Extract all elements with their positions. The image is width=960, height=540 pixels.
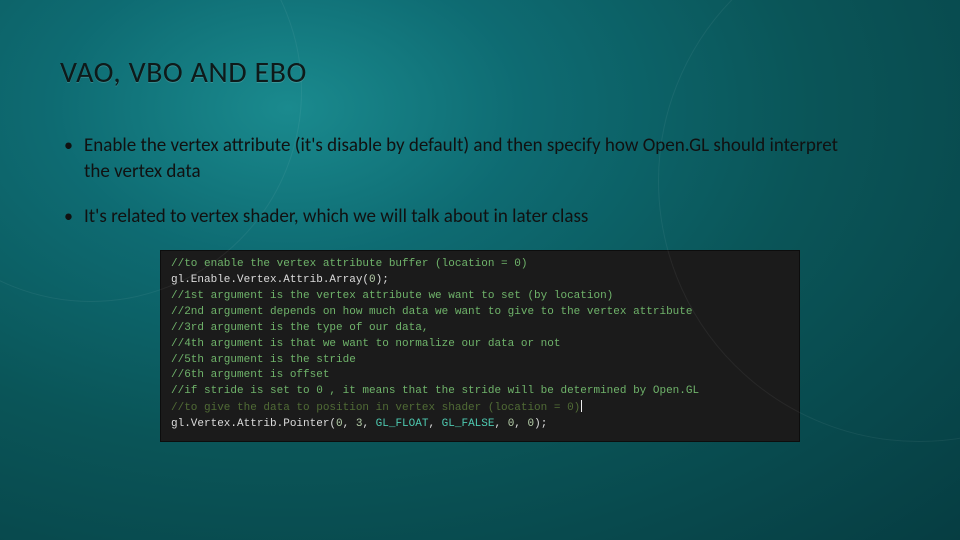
code-line: //4th argument is that we want to normal… — [171, 337, 789, 353]
code-snippet: //to enable the vertex attribute buffer … — [160, 250, 800, 442]
code-line: //to enable the vertex attribute buffer … — [171, 257, 789, 273]
code-line: //3rd argument is the type of our data, — [171, 321, 789, 337]
code-line: //6th argument is offset — [171, 368, 789, 384]
bullet-item: It's related to vertex shader, which we … — [60, 204, 840, 230]
code-line: //5th argument is the stride — [171, 353, 789, 369]
code-line: //1st argument is the vertex attribute w… — [171, 289, 789, 305]
slide-title: VAO, VBO AND EBO — [60, 54, 900, 91]
bullet-list: Enable the vertex attribute (it's disabl… — [60, 133, 900, 230]
code-line: gl.Vertex.Attrib.Pointer(0, 3, GL_FLOAT,… — [171, 417, 789, 433]
code-line: gl.Enable.Vertex.Attrib.Array(0); — [171, 273, 789, 289]
code-line: //to give the data to position in vertex… — [171, 400, 789, 417]
code-line: //2nd argument depends on how much data … — [171, 305, 789, 321]
code-line: //if stride is set to 0 , it means that … — [171, 384, 789, 400]
bullet-item: Enable the vertex attribute (it's disabl… — [60, 133, 840, 184]
